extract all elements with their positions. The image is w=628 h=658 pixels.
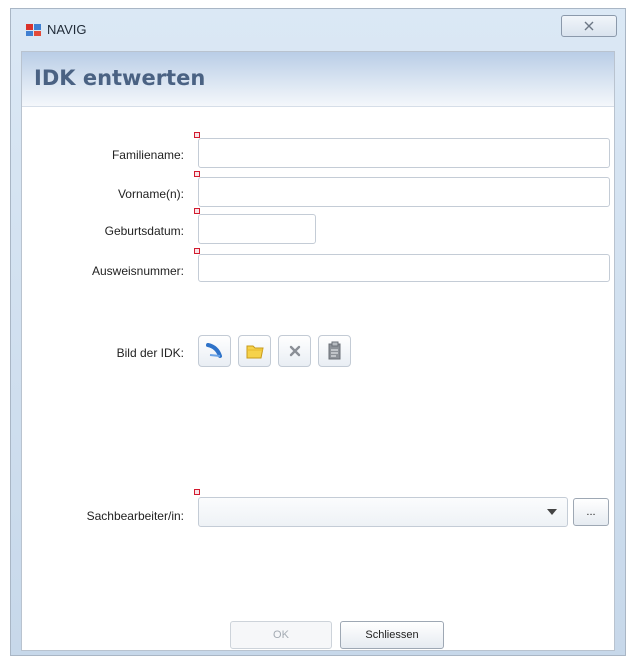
delete-image-button[interactable] (278, 335, 311, 367)
copy-image-button[interactable] (318, 335, 351, 367)
dialog-header: IDK entwerten (22, 52, 614, 107)
geburtsdatum-input[interactable] (198, 214, 316, 244)
title-bar[interactable]: NAVIG (11, 9, 625, 49)
scan-button[interactable] (198, 335, 231, 367)
familienname-input[interactable] (198, 138, 610, 168)
required-marker (194, 208, 200, 214)
chevron-down-icon (547, 509, 557, 515)
close-button[interactable] (561, 15, 617, 37)
required-marker (194, 171, 200, 177)
ausweisnummer-label: Ausweisnummer: (91, 264, 184, 278)
close-icon (584, 21, 594, 31)
navig-app-icon (26, 24, 41, 36)
sachbearbeiter-select[interactable] (198, 497, 568, 527)
folder-icon (246, 345, 264, 359)
ausweisnummer-input[interactable] (198, 254, 610, 282)
vorname-input[interactable] (198, 177, 610, 207)
delete-icon (289, 345, 300, 357)
window-title: NAVIG (47, 22, 87, 37)
dialog-body: IDK entwerten Familiename: Vorname(n): G… (21, 51, 615, 651)
dialog-window: NAVIG IDK entwerten Familiename: Vorname… (10, 8, 626, 656)
bild-label: Bild der IDK: (116, 346, 184, 360)
scan-icon (205, 343, 222, 358)
open-file-button[interactable] (238, 335, 271, 367)
ok-button[interactable]: OK (230, 621, 332, 649)
required-marker (194, 489, 200, 495)
close-dialog-button[interactable]: Schliessen (340, 621, 444, 649)
geburtsdatum-label: Geburtsdatum: (104, 224, 184, 238)
dialog-title: IDK entwerten (34, 66, 206, 90)
vorname-label: Vorname(n): (117, 187, 184, 201)
required-marker (194, 132, 200, 138)
clipboard-icon (328, 341, 340, 360)
browse-button[interactable]: ... (573, 498, 609, 526)
sachbearbeiter-label: Sachbearbeiter/in: (86, 509, 184, 523)
required-marker (194, 248, 200, 254)
familienname-label: Familiename: (111, 148, 184, 162)
